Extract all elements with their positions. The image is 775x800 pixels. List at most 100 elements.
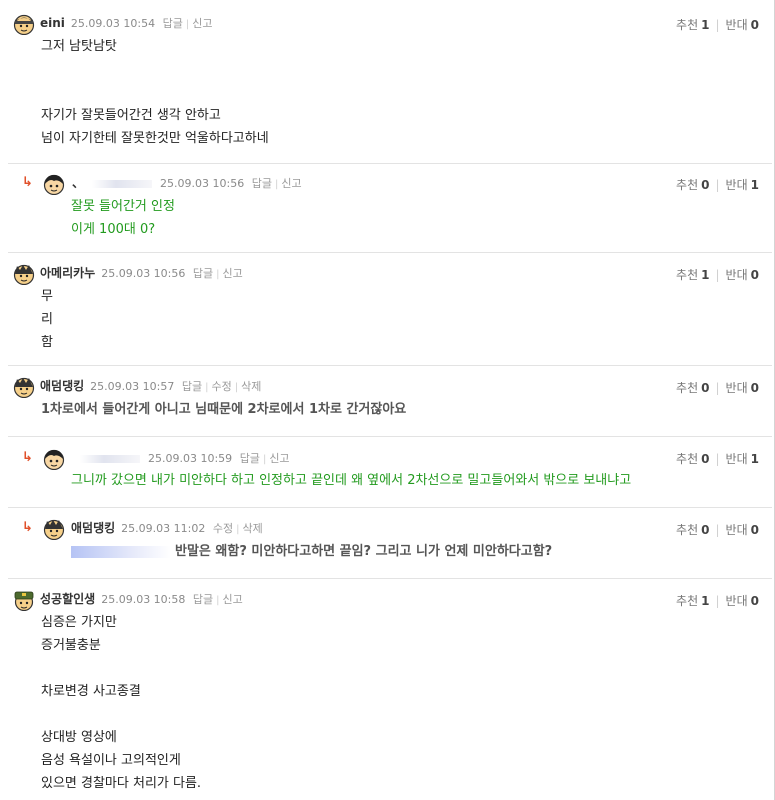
- downvote-count: 0: [750, 381, 759, 395]
- vote-box: 추천 0 | 반대 1: [676, 450, 759, 468]
- downvote-count: 1: [750, 178, 759, 192]
- avatar[interactable]: [13, 589, 35, 611]
- comment-text: 1차로에서 들어간게 아니고 님때문에 2차로에서 1차로 간거잖아요: [41, 398, 406, 421]
- comment-text: 심증은 가지만 증거불충분 차로변경 사고종결 상대방 영상에 음성 욕설이나 …: [41, 611, 201, 795]
- avatar[interactable]: [13, 376, 35, 398]
- author-name[interactable]: eini: [40, 16, 65, 30]
- downvote-button[interactable]: 반대 0: [726, 381, 759, 395]
- comment-text: 그저 남탓남탓 자기가 잘못들어간건 생각 안하고 넘이 자기한테 잘못한것만 …: [41, 35, 269, 150]
- comment-date: 25.09.03 10:54: [70, 17, 156, 30]
- report-button[interactable]: 신고: [269, 452, 289, 465]
- comment-date: 25.09.03 10:57: [90, 380, 175, 393]
- comment-meta: eini 25.09.03 10:54 답글 | 신고: [40, 14, 212, 32]
- reply-arrow-icon: ↳: [22, 450, 33, 465]
- comment-line: 잘못 들어간거 인정: [71, 199, 175, 214]
- author-name[interactable]: 、: [72, 176, 84, 190]
- comment-line: 자기가 잘못들어간건 생각 안하고: [41, 108, 221, 123]
- comment-meta: 애덤댕킹 25.09.03 10:57 답글 | 수정 | 삭제: [40, 377, 261, 395]
- reply-button[interactable]: 답글: [193, 593, 213, 606]
- divider: |: [715, 523, 720, 537]
- comment-line: 차로변경 사고종결: [41, 684, 141, 699]
- downvote-button[interactable]: 반대 0: [726, 18, 759, 32]
- divider: |: [715, 452, 720, 466]
- comment-item: 성공할인생 25.09.03 10:58 답글 | 신고 추천 1 | 반대 0 심증은 가지…: [0, 579, 773, 800]
- downvote-count: 0: [750, 18, 759, 32]
- comment-item: 애덤댕킹 25.09.03 10:57 답글 | 수정 | 삭제 추천 0 | 반대 0 1차로에…: [0, 366, 773, 436]
- comment-meta: 25.09.03 10:59 답글 | 신고: [72, 449, 290, 467]
- delete-button[interactable]: 삭제: [241, 380, 261, 393]
- comment-line: 심증은 가지만: [41, 615, 117, 630]
- upvote-button[interactable]: 추천 1: [676, 268, 709, 282]
- reply-item: ↳ 애덤댕킹 25.09.03 11:02 수정 | 삭제 추천 0 | 반대 0 반말은 왜…: [0, 508, 773, 578]
- report-button[interactable]: 신고: [223, 267, 243, 280]
- comment-line: 1차로에서 들어간게 아니고 님때문에 2차로에서 1차로 간거잖아요: [41, 402, 407, 417]
- blurred-name: [92, 180, 153, 188]
- report-button[interactable]: 신고: [192, 17, 212, 30]
- upvote-button[interactable]: 추천 0: [676, 452, 709, 466]
- report-button[interactable]: 신고: [223, 593, 243, 606]
- comment-line: 무: [41, 289, 53, 304]
- upvote-button[interactable]: 추천 0: [676, 523, 709, 537]
- edit-button[interactable]: 수정: [211, 380, 231, 393]
- comment-line: 넘이 자기한테 잘못한것만 억울하다고하네: [41, 131, 269, 146]
- comment-line: 반말은 왜함? 미안하다고하면 끝임? 그리고 니가 언제 미안하다고함?: [71, 540, 552, 563]
- author-name[interactable]: 애덤댕킹: [71, 521, 115, 535]
- downvote-count: 1: [750, 452, 759, 466]
- divider: |: [216, 269, 220, 280]
- downvote-button[interactable]: 반대 0: [726, 594, 759, 608]
- divider: |: [715, 178, 720, 192]
- downvote-button[interactable]: 반대 1: [726, 178, 759, 192]
- avatar[interactable]: [13, 13, 35, 35]
- upvote-count: 0: [701, 178, 710, 192]
- vote-box: 추천 1 | 반대 0: [676, 16, 759, 34]
- delete-button[interactable]: 삭제: [242, 522, 262, 535]
- divider: |: [715, 381, 720, 395]
- vote-box: 추천 1 | 반대 0: [676, 266, 759, 284]
- comment-meta: 、 25.09.03 10:56 답글 | 신고: [72, 174, 302, 192]
- comment-meta: 아메리카누 25.09.03 10:56 답글 | 신고: [40, 264, 243, 282]
- upvote-button[interactable]: 추천 0: [676, 178, 709, 192]
- comment-text: 그니까 갔으면 내가 미안하다 하고 인정하고 끝인데 왜 옆에서 2차선으로 …: [71, 469, 631, 492]
- downvote-count: 0: [750, 594, 759, 608]
- author-name[interactable]: 성공할인생: [40, 592, 95, 606]
- comment-date: 25.09.03 10:59: [148, 452, 233, 465]
- downvote-count: 0: [750, 523, 759, 537]
- comment-meta: 성공할인생 25.09.03 10:58 답글 | 신고: [40, 590, 243, 608]
- comment-text: 반말은 왜함? 미안하다고하면 끝임? 그리고 니가 언제 미안하다고함?: [71, 540, 552, 563]
- vote-box: 추천 1 | 반대 0: [676, 592, 759, 610]
- divider: |: [262, 454, 267, 465]
- upvote-button[interactable]: 추천 1: [676, 18, 709, 32]
- reply-item: ↳ 25.09.03 10:59 답글 | 신고 추천 0 | 반대 1 그니까 갔으면 내…: [0, 437, 773, 507]
- comment-text: 잘못 들어간거 인정 이게 100대 0?: [71, 195, 175, 241]
- edit-button[interactable]: 수정: [213, 522, 233, 535]
- comment-line: [41, 81, 269, 104]
- divider: |: [205, 382, 209, 393]
- reply-button[interactable]: 답글: [193, 267, 213, 280]
- reply-button[interactable]: 답글: [182, 380, 202, 393]
- avatar[interactable]: [13, 263, 35, 285]
- reply-button[interactable]: 답글: [163, 17, 183, 30]
- divider: |: [236, 524, 240, 535]
- downvote-count: 0: [750, 268, 759, 282]
- author-name[interactable]: 애덤댕킹: [40, 379, 84, 393]
- comment-line: 있으면 경찰마다 처리가 다름.: [41, 776, 202, 791]
- reply-button[interactable]: 답글: [252, 177, 272, 190]
- reply-arrow-icon: ↳: [22, 520, 33, 535]
- downvote-button[interactable]: 반대 0: [726, 268, 759, 282]
- comment-line: 함: [41, 335, 53, 350]
- avatar[interactable]: [43, 448, 65, 470]
- reply-button[interactable]: 답글: [240, 452, 260, 465]
- comment-line: [41, 58, 269, 81]
- comment-meta: 애덤댕킹 25.09.03 11:02 수정 | 삭제: [71, 519, 263, 537]
- downvote-button[interactable]: 반대 0: [726, 523, 759, 537]
- upvote-button[interactable]: 추천 1: [676, 594, 709, 608]
- avatar[interactable]: [43, 173, 65, 195]
- downvote-button[interactable]: 반대 1: [726, 452, 759, 466]
- report-button[interactable]: 신고: [281, 177, 301, 190]
- divider: |: [216, 595, 220, 606]
- avatar[interactable]: [43, 518, 65, 540]
- user-mention[interactable]: [71, 545, 171, 558]
- author-name[interactable]: 아메리카누: [40, 266, 95, 280]
- upvote-button[interactable]: 추천 0: [676, 381, 709, 395]
- comment-item: 아메리카누 25.09.03 10:56 답글 | 신고 추천 1 | 반대 0 무 리 함: [0, 253, 773, 365]
